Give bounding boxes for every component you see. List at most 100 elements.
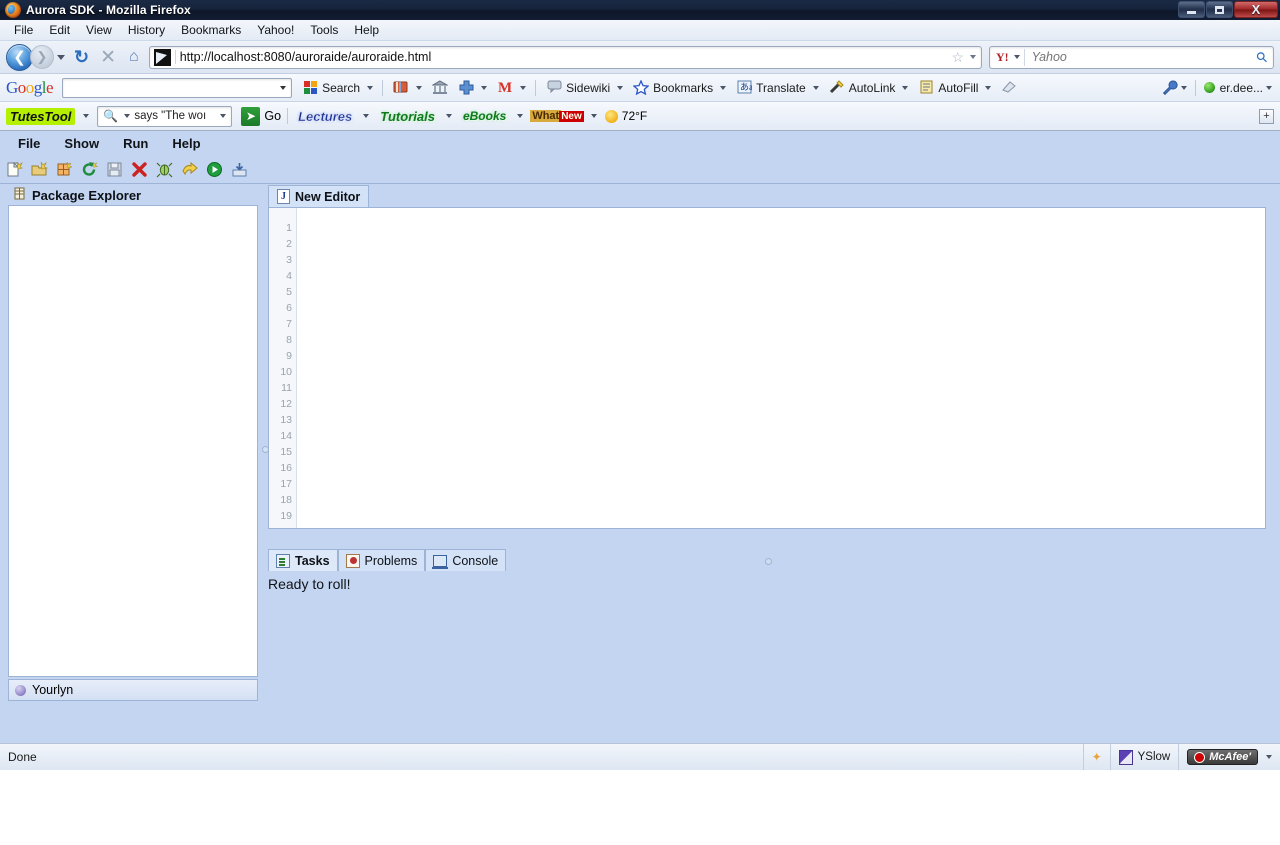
menu-yahoo[interactable]: Yahoo! [249,21,302,39]
code-text-area[interactable] [297,208,1265,528]
address-dropdown-icon[interactable] [970,55,976,59]
bookmarks-caret-icon[interactable] [720,85,727,90]
history-dropdown-icon[interactable] [57,54,65,60]
menu-bookmarks[interactable]: Bookmarks [173,21,249,39]
tutestool-search-input[interactable]: 🔍 says "The woı [97,105,233,127]
translate-button[interactable]: あa Translate [736,80,819,96]
lectures-caret-icon[interactable] [363,114,370,118]
address-bar[interactable]: http://localhost:8080/auroraide/auroraid… [148,45,982,69]
tab-problems[interactable]: Problems [337,549,426,571]
tutorials-link[interactable]: Tutorials [376,108,439,125]
menu-tools[interactable]: Tools [302,21,346,39]
google-bookmarks-book-button[interactable] [393,80,423,96]
status-yslow-cell[interactable]: YSlow [1109,744,1179,770]
forward-icon[interactable]: ❯ [30,45,54,69]
export-icon[interactable] [231,161,248,178]
bookmarks-book-icon [393,80,409,96]
url-text[interactable]: http://localhost:8080/auroraide/auroraid… [174,50,949,64]
yahoo-icon[interactable]: Y! [996,50,1009,65]
weather-widget[interactable]: 72°F [604,109,647,123]
editor-resize-handle-left[interactable] [262,446,269,453]
autolink-button[interactable]: AutoLink [829,79,909,96]
tab-new-editor[interactable]: J New Editor [268,185,370,207]
lectures-link[interactable]: Lectures [294,108,356,125]
gmail-caret-icon[interactable] [520,85,527,90]
package-explorer-tree[interactable] [8,205,258,677]
google-search-caret-icon[interactable] [367,85,374,90]
bookmarks-book-caret-icon[interactable] [416,85,423,90]
sidewiki-caret-icon[interactable] [617,85,624,90]
menu-view[interactable]: View [78,21,120,39]
status-mcafee-cell[interactable]: McAfee' [1178,744,1280,770]
ide-menu-file[interactable]: File [6,134,52,153]
menu-history[interactable]: History [120,21,173,39]
tab-console[interactable]: Console [425,549,507,571]
google-search-input[interactable] [62,77,293,98]
bookmarks-label: Bookmarks [653,80,714,95]
eraser-button[interactable] [1001,80,1017,96]
ide-menu-help[interactable]: Help [160,134,212,153]
settings-caret-icon[interactable] [1180,85,1187,90]
whats-new-caret-icon[interactable] [590,114,597,118]
save-icon[interactable] [106,161,123,178]
google-add-button[interactable] [458,80,488,96]
open-file-icon[interactable] [31,161,49,178]
tab-tasks[interactable]: Tasks [268,549,338,571]
go-arrow-icon[interactable]: ➤ [241,106,261,126]
stop-icon[interactable]: ✕ [100,46,116,69]
tutestool-caret-icon[interactable] [83,114,90,118]
sidewiki-button[interactable]: Sidewiki [546,80,624,96]
menu-file[interactable]: File [6,21,41,39]
menu-help[interactable]: Help [346,21,387,39]
line-number: 6 [286,302,292,314]
home-icon[interactable]: ⌂ [129,48,139,66]
gmail-button[interactable]: M [497,80,527,96]
account-label[interactable]: er.dee... [1220,81,1263,95]
new-package-icon[interactable] [56,161,73,178]
new-file-icon[interactable] [6,161,23,178]
search-engine-dropdown-icon[interactable] [1013,55,1020,59]
toolbar-expand-button[interactable]: + [1259,108,1274,124]
ebooks-caret-icon[interactable] [517,114,524,118]
whats-new-link[interactable]: What New [530,110,584,122]
plus-box-caret-icon[interactable] [481,85,488,90]
status-sparkle-cell[interactable]: ✦ [1082,744,1110,770]
tutestool-search-caret-icon[interactable] [124,114,131,118]
status-dropdown-icon[interactable] [1266,755,1272,759]
tutorials-caret-icon[interactable] [445,114,452,118]
ide-menu-show[interactable]: Show [52,134,111,153]
run-icon[interactable] [206,161,223,178]
translate-caret-icon[interactable] [812,85,819,90]
account-caret-icon[interactable] [1266,85,1272,90]
package-icon [14,187,26,203]
google-search-dropdown-icon[interactable] [280,85,287,90]
autofill-caret-icon[interactable] [985,85,992,90]
autofill-button[interactable]: AutoFill [918,80,992,96]
ebooks-link[interactable]: eBooks [459,108,510,124]
refresh-icon[interactable] [81,161,99,178]
maximize-button[interactable] [1206,1,1233,18]
back-icon[interactable]: ❮ [6,43,33,71]
search-input[interactable] [1023,48,1257,66]
ide-menu-run[interactable]: Run [111,134,160,153]
autolink-caret-icon[interactable] [902,85,909,90]
bookmarks-button[interactable]: Bookmarks [632,78,727,96]
tutestool-search-dropdown-icon[interactable] [220,114,227,118]
close-button[interactable]: X [1234,1,1278,18]
site-favicon-icon [153,48,171,66]
tutestool-search-value[interactable]: says "The woı [134,110,217,122]
debug-icon[interactable] [156,161,173,178]
google-bank-button[interactable] [431,79,449,96]
tutestool-logo[interactable]: TutesTool [6,107,76,125]
menu-edit[interactable]: Edit [41,21,78,39]
minimize-button[interactable] [1178,1,1205,18]
editor-resize-handle-bottom[interactable] [765,558,772,565]
go-label[interactable]: Go [264,109,281,123]
wrench-icon[interactable] [1162,79,1178,96]
reload-icon[interactable]: ↻ [74,47,89,68]
run-next-icon[interactable] [181,161,198,178]
search-bar[interactable]: Y! ⚲ [989,45,1274,69]
bookmark-star-icon[interactable]: ☆ [951,49,964,66]
delete-icon[interactable] [131,161,148,178]
google-search-button[interactable]: Search [302,80,374,96]
